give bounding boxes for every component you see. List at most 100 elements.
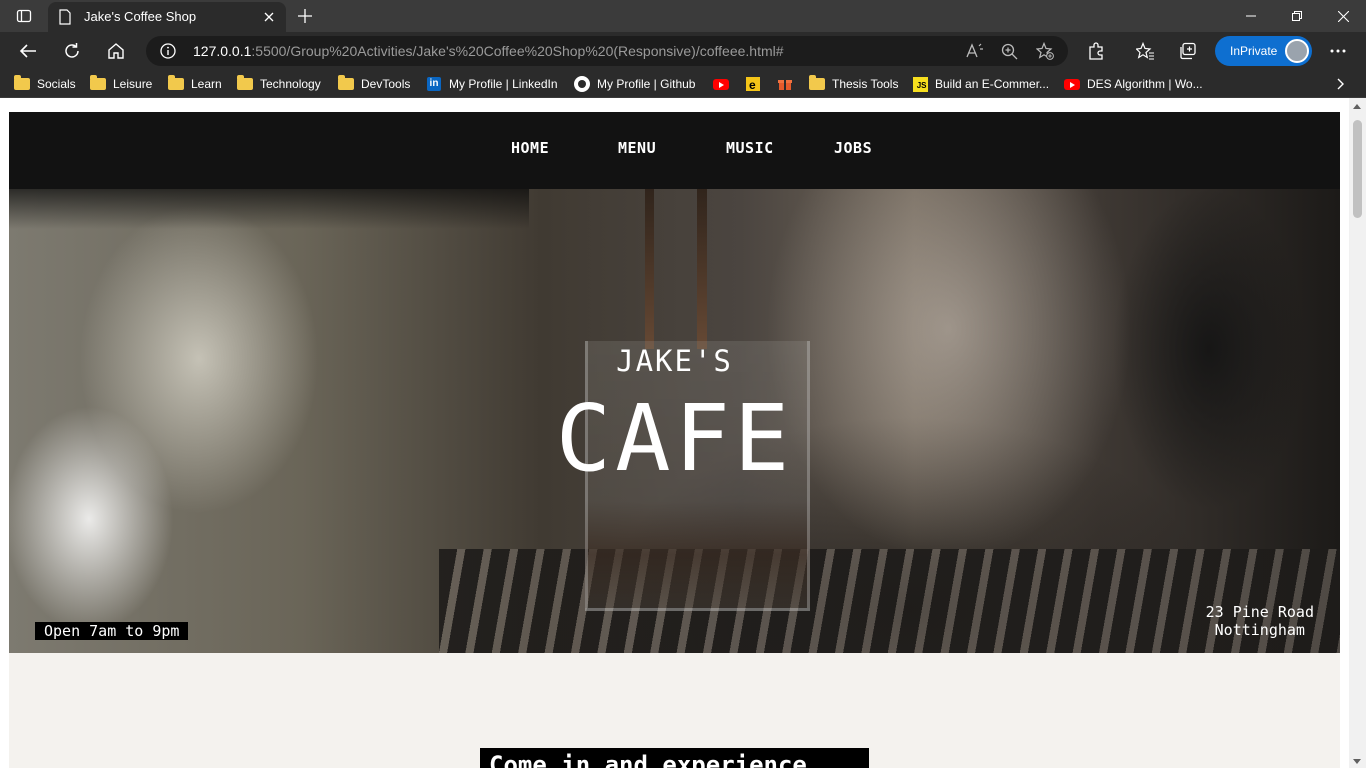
bookmark-label: DES Algorithm | Wo...	[1087, 77, 1203, 91]
nav-link-menu[interactable]: MENU	[618, 139, 656, 157]
hero-banner: JAKE'S CAFE Open 7am to 9pm 23 Pine Road…	[9, 189, 1340, 653]
tagline-heading: Come in and experience	[480, 748, 869, 768]
restore-icon	[1292, 11, 1302, 21]
bookmark-gift[interactable]	[777, 75, 800, 93]
folder-icon	[168, 75, 184, 90]
bookmark-e[interactable]: e	[745, 75, 768, 93]
site-navigation: HOME MENU MUSIC JOBS	[9, 112, 1340, 189]
collections-icon	[1180, 42, 1196, 60]
extensions-button[interactable]	[1081, 37, 1111, 65]
minimize-icon	[1246, 15, 1256, 17]
coffee-shop-page: HOME MENU MUSIC JOBS JAKE'S CAFE Open 7a…	[9, 112, 1340, 768]
plus-icon	[298, 9, 312, 23]
github-icon	[574, 76, 590, 92]
minimize-button[interactable]	[1228, 0, 1274, 32]
espresso-stream	[645, 189, 654, 349]
star-add-icon	[1036, 42, 1054, 60]
address-line-2: Nottingham	[1214, 621, 1305, 639]
scroll-up-arrow-icon[interactable]	[1353, 104, 1361, 109]
collections-button[interactable]	[1173, 37, 1203, 65]
bookmark-des-algorithm[interactable]: DES Algorithm | Wo...	[1064, 75, 1203, 93]
youtube-icon	[1064, 78, 1080, 90]
scroll-down-arrow-icon[interactable]	[1353, 759, 1361, 764]
svg-text:e: e	[749, 78, 756, 92]
espresso-stream	[697, 189, 707, 349]
chevron-right-icon	[1337, 78, 1344, 90]
restore-button[interactable]	[1274, 0, 1320, 32]
hero-shadow	[9, 189, 529, 229]
home-button[interactable]	[101, 37, 131, 65]
bookmark-devtools[interactable]: DevTools	[338, 75, 410, 93]
nav-link-jobs[interactable]: JOBS	[834, 139, 872, 157]
zoom-icon	[1001, 43, 1017, 59]
window-close-button[interactable]	[1320, 0, 1366, 32]
bookmark-e-icon: e	[746, 77, 760, 92]
bookmark-linkedin[interactable]: in My Profile | LinkedIn	[426, 75, 558, 93]
back-arrow-icon	[19, 44, 36, 58]
puzzle-icon	[1089, 42, 1103, 60]
bookmark-label: Socials	[37, 77, 76, 91]
bookmark-youtube[interactable]	[713, 75, 736, 93]
bookmarks-more-button[interactable]	[1333, 76, 1349, 92]
favorites-icon	[1135, 42, 1154, 60]
hero-subtitle: JAKE'S	[616, 344, 733, 378]
site-info-icon[interactable]	[160, 43, 176, 59]
scrollbar-thumb[interactable]	[1353, 120, 1362, 218]
bookmark-label: Learn	[191, 77, 222, 91]
address-bar[interactable]: 127.0.0.1:5500/Group%20Activities/Jake's…	[146, 36, 1068, 66]
settings-more-button[interactable]	[1323, 37, 1353, 65]
back-button[interactable]	[13, 37, 43, 65]
bookmark-thesis-tools[interactable]: Thesis Tools	[809, 75, 898, 93]
bookmark-github[interactable]: My Profile | Github	[574, 75, 695, 93]
page-viewport: HOME MENU MUSIC JOBS JAKE'S CAFE Open 7a…	[0, 98, 1366, 768]
url-path: :5500/Group%20Activities/Jake's%20Coffee…	[251, 43, 784, 59]
browser-tab-active[interactable]: Jake's Coffee Shop	[48, 2, 286, 32]
shop-address: 23 Pine Road Nottingham	[1206, 603, 1314, 639]
bookmark-label: Thesis Tools	[832, 77, 899, 91]
browser-tab-bar: Jake's Coffee Shop	[0, 0, 1366, 32]
new-tab-button[interactable]	[292, 4, 318, 28]
bookmark-socials[interactable]: Socials	[14, 75, 76, 93]
bookmark-label: Leisure	[113, 77, 153, 91]
zoom-button[interactable]	[998, 40, 1020, 62]
js-icon: JS	[912, 76, 928, 92]
linkedin-icon: in	[427, 77, 441, 91]
bookmark-leisure[interactable]: Leisure	[90, 75, 152, 93]
inprivate-label: InPrivate	[1230, 44, 1278, 58]
opening-hours: Open 7am to 9pm	[35, 622, 189, 640]
bookmark-ecommerce[interactable]: JS Build an E-Commer...	[912, 75, 1049, 93]
url-text[interactable]: 127.0.0.1:5500/Group%20Activities/Jake's…	[193, 43, 784, 59]
tab-title: Jake's Coffee Shop	[84, 9, 197, 24]
profile-avatar	[1285, 39, 1309, 63]
nav-link-home[interactable]: HOME	[511, 139, 549, 157]
refresh-button[interactable]	[57, 37, 87, 65]
tab-actions-button[interactable]	[8, 4, 40, 28]
bookmark-technology[interactable]: Technology	[237, 75, 321, 93]
nav-link-music[interactable]: MUSIC	[726, 139, 774, 157]
tab-actions-icon	[16, 9, 32, 23]
close-icon	[1337, 10, 1349, 22]
read-aloud-icon	[966, 43, 983, 58]
folder-icon	[14, 75, 30, 90]
page-scrollbar[interactable]	[1349, 98, 1366, 768]
read-aloud-button[interactable]	[964, 40, 986, 62]
folder-icon	[237, 75, 253, 90]
bookmark-label: My Profile | LinkedIn	[449, 77, 558, 91]
bookmark-label: Build an E-Commer...	[935, 77, 1050, 91]
refresh-icon	[65, 43, 79, 58]
bookmark-learn[interactable]: Learn	[168, 75, 222, 93]
bookmark-gift-icon	[778, 80, 792, 90]
folder-icon	[338, 75, 354, 90]
close-icon	[264, 12, 274, 22]
more-horizontal-icon	[1330, 49, 1346, 53]
browser-toolbar: 127.0.0.1:5500/Group%20Activities/Jake's…	[0, 32, 1366, 70]
address-line-1: 23 Pine Road	[1205, 603, 1314, 621]
favorites-button[interactable]	[1130, 37, 1160, 65]
page-favicon-icon	[59, 9, 71, 25]
tab-close-button[interactable]	[260, 8, 278, 26]
add-favorite-button[interactable]	[1034, 40, 1056, 62]
bookmark-label: My Profile | Github	[597, 77, 696, 91]
inprivate-profile-button[interactable]: InPrivate	[1215, 36, 1312, 66]
bookmarks-bar: Socials Leisure Learn Technology DevTool…	[0, 70, 1366, 98]
home-icon	[108, 43, 124, 59]
